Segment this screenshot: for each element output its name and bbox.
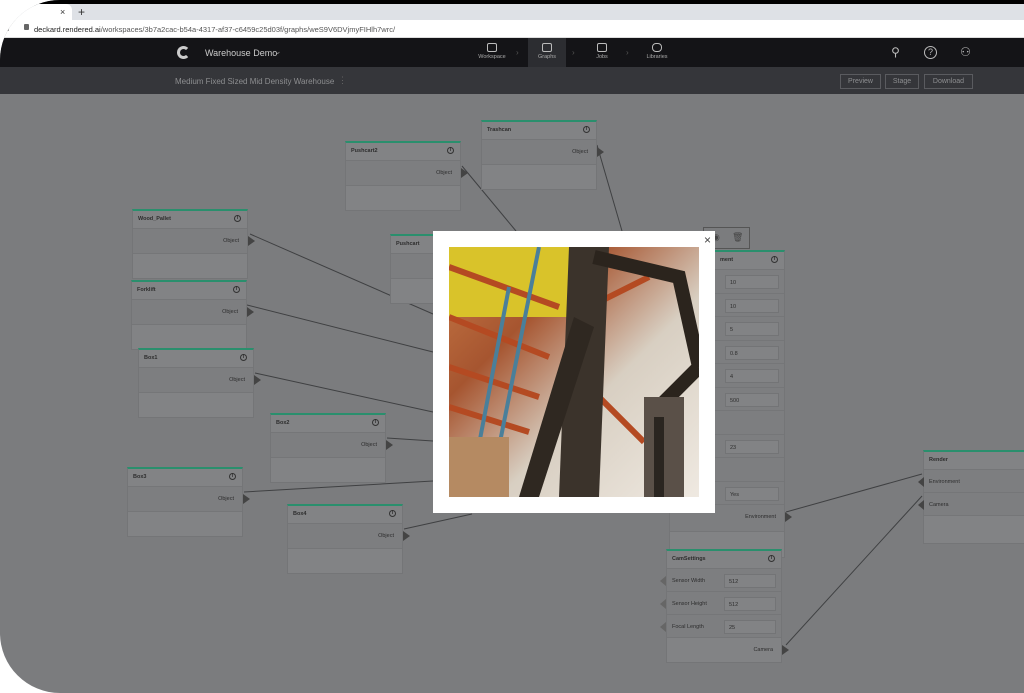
node-wood_pallet[interactable]: Wood_Pallet i Object (132, 209, 255, 279)
input-port[interactable] (660, 599, 666, 609)
input-label: Camera (929, 502, 949, 508)
node-footer (132, 324, 246, 349)
node-footer (133, 253, 247, 278)
node-footer (128, 511, 242, 536)
node-render[interactable]: Render Environment Camera (918, 450, 1024, 544)
node-footer (139, 392, 253, 417)
output-label: Object (378, 533, 394, 539)
node-footer (346, 185, 460, 210)
node-title: Pushcart2 (351, 148, 378, 154)
sensor-height-field[interactable]: 512 (724, 597, 776, 611)
preview-image (449, 247, 699, 497)
info-icon[interactable]: i (233, 286, 240, 293)
info-icon[interactable]: i (372, 419, 379, 426)
node-title: Trashcan (487, 127, 512, 133)
focal-length-field[interactable]: 25 (724, 620, 776, 634)
info-icon[interactable]: i (234, 215, 241, 222)
output-port[interactable] (243, 494, 250, 504)
env-param-field[interactable]: 23 (725, 439, 779, 454)
env-param-field[interactable]: 4 (725, 369, 779, 383)
wire (785, 473, 923, 513)
node-box3[interactable]: Box3 i Object (127, 467, 250, 537)
env-param-field[interactable]: 5 (725, 322, 779, 336)
env-param-field[interactable]: Yes (725, 486, 779, 501)
output-port[interactable] (254, 375, 261, 385)
node-title: Render (929, 457, 948, 463)
warehouse-rack-photo (449, 247, 699, 497)
env-param-field[interactable]: 10 (725, 298, 779, 313)
info-icon[interactable]: i (583, 126, 590, 133)
node-box1[interactable]: Box1 i Object (138, 348, 261, 418)
node-footer (271, 457, 385, 482)
node-box4[interactable]: Box4 i Object (287, 504, 410, 574)
input-port[interactable] (918, 477, 924, 487)
input-port[interactable] (918, 500, 924, 510)
node-title: Box1 (144, 355, 158, 361)
wire (596, 144, 623, 232)
output-port[interactable] (386, 440, 393, 450)
node-camsettings[interactable]: CamSettings i Sensor Width 512 Sensor Heig… (660, 549, 789, 663)
output-port[interactable] (248, 236, 255, 246)
node-title: Box3 (133, 474, 147, 480)
output-port[interactable] (597, 147, 604, 157)
wire (254, 372, 434, 413)
output-label: Camera (753, 647, 773, 653)
output-port[interactable] (403, 531, 410, 541)
info-icon[interactable]: i (771, 256, 778, 263)
node-pushcart2[interactable]: Pushcart2 i Object (345, 141, 468, 211)
output-label: Object (572, 149, 588, 155)
node-footer (482, 164, 596, 189)
output-port[interactable] (785, 512, 792, 522)
wire (403, 513, 473, 530)
node-footer (288, 548, 402, 573)
info-icon[interactable]: i (229, 473, 236, 480)
output-label: Object (361, 442, 377, 448)
env-param-field[interactable]: 500 (725, 392, 779, 407)
node-forklift[interactable]: Forklift i Object (131, 280, 254, 350)
output-label: Object (222, 309, 238, 315)
node-title: Box2 (276, 420, 290, 426)
input-label: Sensor Height (672, 601, 707, 607)
output-label: Object (436, 170, 452, 176)
env-param-field[interactable]: 10 (725, 275, 779, 289)
node-title: Box4 (293, 511, 307, 517)
info-icon[interactable]: i (389, 510, 396, 517)
sensor-width-field[interactable]: 512 (724, 574, 776, 588)
output-port[interactable] (461, 168, 468, 178)
info-icon[interactable]: i (240, 354, 247, 361)
node-title: Forklift (137, 287, 156, 293)
input-port[interactable] (660, 576, 666, 586)
input-label: Environment (929, 479, 960, 485)
node-title: ment (720, 257, 734, 263)
image-preview-modal: × (433, 231, 715, 513)
node-title: Pushcart (396, 241, 420, 247)
output-label: Object (229, 377, 245, 383)
close-icon[interactable]: × (704, 233, 711, 247)
output-label: Environment (745, 514, 776, 520)
output-label: Object (218, 496, 234, 502)
input-label: Focal Length (672, 624, 704, 630)
input-label: Sensor Width (672, 578, 706, 584)
node-title: CamSettings (672, 556, 706, 562)
info-icon[interactable]: i (768, 555, 775, 562)
wire (386, 437, 434, 442)
output-port[interactable] (782, 645, 789, 655)
info-icon[interactable]: i (447, 147, 454, 154)
input-port[interactable] (660, 622, 666, 632)
wire (246, 304, 434, 353)
node-title: Wood_Pallet (138, 216, 171, 222)
node-box2[interactable]: Box2 i Object (270, 413, 393, 483)
trash-icon[interactable]: 🗑 (732, 232, 743, 243)
app-frame: ph × + ⌂ deckard.rendered.ai/workspaces/3… (0, 0, 1024, 693)
node-trashcan[interactable]: Trashcan i Object (481, 120, 604, 190)
output-label: Object (223, 238, 239, 244)
env-param-field[interactable]: 0.8 (725, 345, 779, 360)
wire (785, 495, 923, 646)
output-port[interactable] (247, 307, 254, 317)
